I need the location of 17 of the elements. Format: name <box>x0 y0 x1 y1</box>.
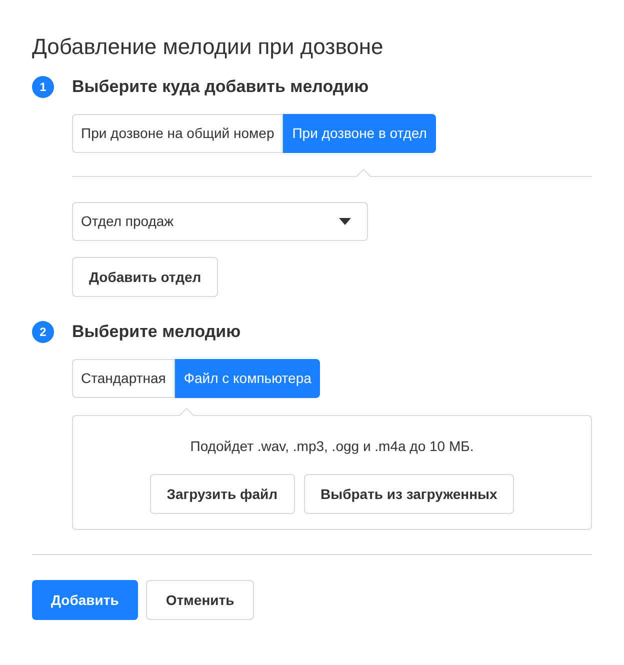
tab[interactable]: Стандартная <box>72 359 175 398</box>
page-title: Добавление мелодии при дозвоне <box>32 33 384 61</box>
step-heading: Выберите куда добавить мелодию <box>72 76 369 98</box>
tab[interactable]: Файл с компьютера <box>174 359 320 398</box>
tab[interactable]: При дозвоне на общий номер <box>72 114 284 153</box>
step-number-badge: 1 <box>32 76 54 98</box>
caret-icon <box>339 218 351 225</box>
step-heading: Выберите мелодию <box>72 321 241 344</box>
department-select[interactable]: Отдел продаж <box>72 202 368 241</box>
format-hint: Подойдет .wav, .mp3, .ogg и .m4a до 10 МБ. <box>190 437 474 456</box>
tab[interactable]: При дозвоне в отдел <box>283 114 436 153</box>
step-number-badge: 2 <box>32 321 54 343</box>
secondary-button[interactable]: Отменить <box>146 580 254 620</box>
secondary-button[interactable]: Добавить отдел <box>72 257 218 297</box>
secondary-button[interactable]: Выбрать из загруженных <box>304 474 514 514</box>
secondary-button[interactable]: Загрузить файл <box>150 474 295 514</box>
add-button[interactable]: Добавить <box>32 580 138 620</box>
